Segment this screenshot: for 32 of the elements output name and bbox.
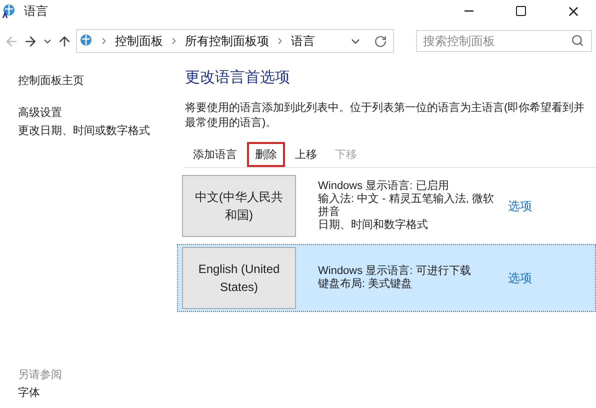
breadcrumb[interactable]: 语言 xyxy=(289,32,317,50)
toolbar-button[interactable]: 上移 xyxy=(287,142,325,166)
options-link[interactable]: 选项 xyxy=(496,270,532,284)
up-button[interactable] xyxy=(57,34,72,48)
sidebar-link[interactable]: 更改日期、时间或数字格式 xyxy=(18,122,170,140)
see-also-heading: 另请参阅 xyxy=(18,368,63,383)
sidebar-link[interactable]: 控制面板主页 xyxy=(18,72,170,90)
breadcrumb[interactable]: 控制面板 xyxy=(113,32,165,50)
refresh-icon[interactable] xyxy=(374,34,387,48)
options-link[interactable]: 选项 xyxy=(496,198,532,212)
toolbar-button[interactable]: 添加语言 xyxy=(185,142,245,166)
language-detail: 输入法: 中文 - 精灵五笔输入法, 微软拼音 xyxy=(318,193,495,218)
sidebar-link[interactable]: 字体 xyxy=(18,384,170,402)
language-detail: 日期、时间和数字格式 xyxy=(318,219,429,232)
language-button[interactable]: 中文(中华人民共和国) xyxy=(182,175,296,237)
language-button[interactable]: English (United States) xyxy=(182,247,296,309)
language-detail: Windows 显示语言: 已启用 xyxy=(318,180,450,192)
forward-button[interactable] xyxy=(23,34,38,48)
breadcrumb[interactable]: 所有控制面板项 xyxy=(183,32,271,50)
search-field[interactable]: 搜索控制面板 xyxy=(416,30,592,52)
arrow-right-icon xyxy=(23,34,38,48)
page-heading: 更改语言首选项 xyxy=(185,68,291,87)
language-detail: Windows 显示语言: 可进行下载 xyxy=(318,265,472,278)
maximize-icon xyxy=(515,5,527,17)
sidebar-link[interactable]: 高级设置 xyxy=(18,104,170,122)
language-row[interactable]: English (United States) Windows 显示语言: 可进行下载 键盘布局: 美式键盘 选项 xyxy=(177,244,596,312)
language-detail: 键盘布局: 美式键盘 xyxy=(318,278,414,291)
toolbar-button[interactable]: 删除 xyxy=(247,142,285,166)
window-title: 语言 xyxy=(24,2,49,20)
address-bar[interactable]: 控制面板 所有控制面板项 语言 xyxy=(76,29,394,53)
description-text: 将要使用的语言添加到此列表中。位于列表第一位的语言为主语言(即你希望看到并最常使用的语言)。 xyxy=(185,101,586,131)
search-icon xyxy=(571,34,584,47)
